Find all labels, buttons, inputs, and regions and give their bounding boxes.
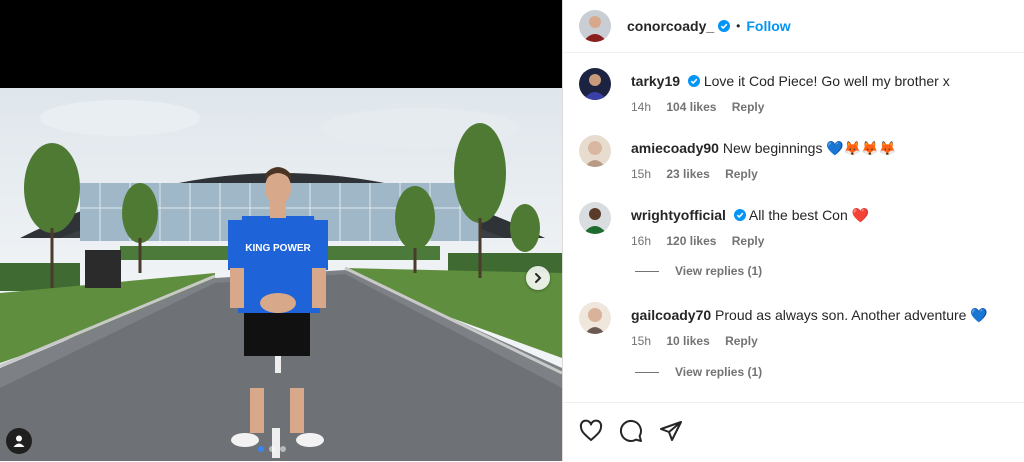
- post-side-panel: conorcoady_ • Follow tarky19 Love it Cod…: [562, 0, 1024, 461]
- verified-badge-icon: [718, 20, 731, 32]
- post-actions-bar: [563, 402, 1024, 462]
- comment-text: Proud as always son. Another adventure 💙: [715, 307, 988, 323]
- commenter-avatar[interactable]: [579, 302, 611, 334]
- comment-likes[interactable]: 104 likes: [666, 100, 716, 114]
- carousel-dot: [269, 446, 275, 452]
- author-username[interactable]: conorcoady_: [627, 18, 714, 34]
- verified-badge-icon: [687, 75, 700, 87]
- chevron-right-icon: [535, 273, 542, 283]
- carousel-indicator: [258, 446, 286, 452]
- view-replies-label: View replies (1): [675, 365, 763, 379]
- reply-button[interactable]: Reply: [725, 334, 758, 348]
- carousel-dot: [280, 446, 286, 452]
- comment-likes[interactable]: 10 likes: [666, 334, 709, 348]
- verified-badge-icon: [733, 209, 746, 221]
- reply-button[interactable]: Reply: [732, 234, 765, 248]
- comment-text: New beginnings 💙🦊🦊🦊: [722, 140, 897, 156]
- commenter-avatar[interactable]: [579, 202, 611, 234]
- author-avatar[interactable]: [579, 10, 611, 42]
- comment-time[interactable]: 15h: [631, 334, 651, 348]
- share-icon[interactable]: [659, 419, 683, 443]
- post-header: conorcoady_ • Follow: [563, 0, 1024, 53]
- comment-text-line: amiecoady90 New beginnings 💙🦊🦊🦊: [631, 139, 1011, 157]
- header-separator: •: [736, 19, 741, 33]
- comment-likes[interactable]: 23 likes: [666, 167, 709, 181]
- follow-button[interactable]: Follow: [746, 18, 790, 34]
- comment-text: All the best Con ❤️: [748, 207, 870, 223]
- comment-username[interactable]: amiecoady90: [631, 140, 719, 156]
- replies-divider: [635, 371, 659, 373]
- post-media: KING POWER: [0, 0, 562, 461]
- view-replies-button[interactable]: View replies (1): [635, 264, 762, 278]
- comment-username[interactable]: wrightyofficial: [631, 207, 726, 223]
- reply-button[interactable]: Reply: [725, 167, 758, 181]
- kit-sponsor-text: KING POWER: [245, 243, 311, 254]
- view-replies-button[interactable]: View replies (1): [635, 365, 762, 379]
- comment-time[interactable]: 14h: [631, 100, 651, 114]
- carousel-dot: [258, 446, 264, 452]
- user-tag-icon: [13, 435, 25, 447]
- reply-button[interactable]: Reply: [732, 100, 765, 114]
- commenter-avatar[interactable]: [579, 68, 611, 100]
- comment-text-line: tarky19 Love it Cod Piece! Go well my br…: [631, 72, 1011, 90]
- comment-meta: 14h 104 likes Reply: [631, 100, 1011, 114]
- comment-likes[interactable]: 120 likes: [666, 234, 716, 248]
- comment-username[interactable]: gailcoady70: [631, 307, 711, 323]
- comment-meta: 15h 23 likes Reply: [631, 167, 1011, 181]
- comment-time[interactable]: 16h: [631, 234, 651, 248]
- post-photo: KING POWER: [0, 88, 562, 461]
- next-image-button[interactable]: [526, 266, 550, 290]
- commenter-avatar[interactable]: [579, 135, 611, 167]
- comment-text: Love it Cod Piece! Go well my brother x: [703, 73, 950, 89]
- comment-icon[interactable]: [619, 419, 643, 443]
- tagged-users-button[interactable]: [6, 428, 32, 454]
- comment-meta: 16h 120 likes Reply: [631, 234, 1011, 248]
- training-ground-photo: KING POWER: [0, 100, 562, 461]
- view-replies-label: View replies (1): [675, 264, 763, 278]
- comment-meta: 15h 10 likes Reply: [631, 334, 1011, 348]
- comment-text-line: wrightyofficial All the best Con ❤️: [631, 206, 1011, 224]
- heart-icon[interactable]: [579, 419, 603, 443]
- comment-username[interactable]: tarky19: [631, 73, 680, 89]
- comment-time[interactable]: 15h: [631, 167, 651, 181]
- replies-divider: [635, 270, 659, 272]
- comment-text-line: gailcoady70 Proud as always son. Another…: [631, 306, 1011, 324]
